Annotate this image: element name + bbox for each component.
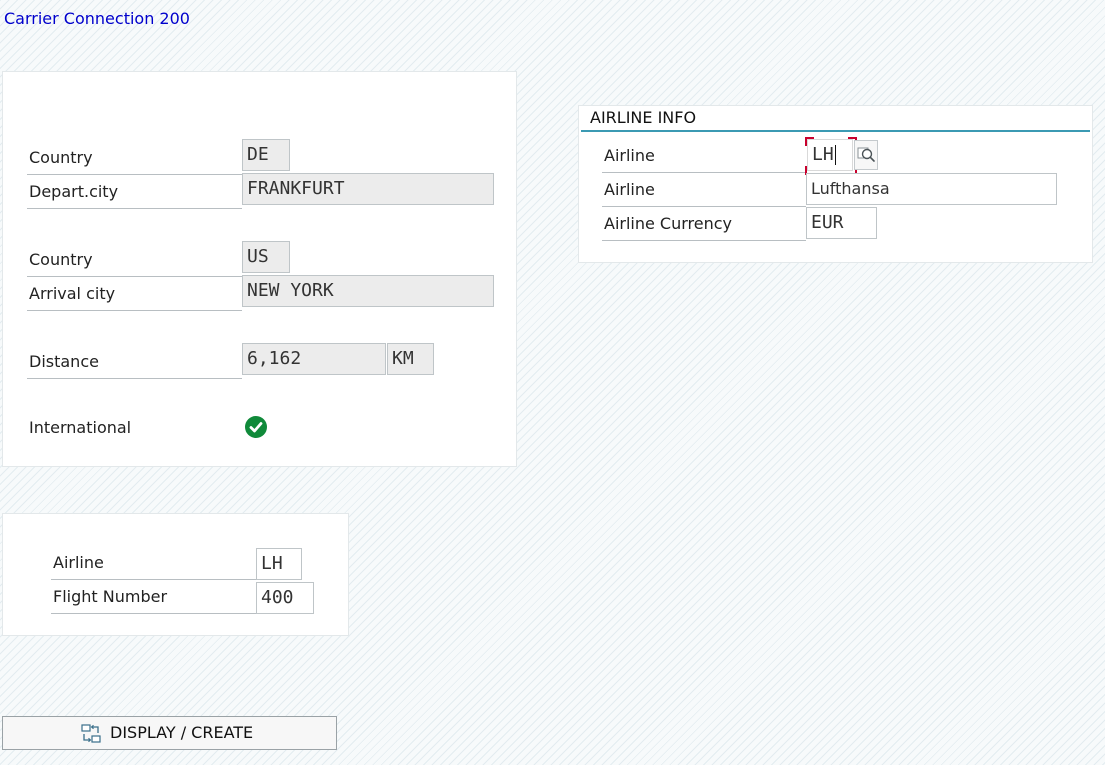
from-country-field[interactable]: DE: [242, 139, 290, 171]
text-cursor: [835, 145, 836, 165]
value-help-icon[interactable]: [854, 140, 878, 170]
connection-panel: Country DE Depart.city FRANKFURT Country…: [2, 71, 517, 467]
display-create-button[interactable]: DISPLAY / CREATE: [2, 716, 337, 750]
depart-city-field[interactable]: FRANKFURT: [242, 173, 494, 205]
arrival-city-label: Arrival city: [27, 277, 242, 311]
focus-corner-tl: [805, 137, 814, 146]
from-country-label: Country: [27, 141, 242, 175]
flight-airline-label: Airline: [51, 546, 256, 580]
display-create-label: DISPLAY / CREATE: [110, 723, 254, 742]
flight-airline-input[interactable]: LH: [256, 548, 302, 580]
airline-name-field[interactable]: Lufthansa: [806, 173, 1057, 205]
airline-code-label: Airline: [602, 139, 806, 173]
checkmark-circle-icon: [245, 416, 267, 438]
airline-name-label: Airline: [602, 173, 806, 207]
flight-key-panel: Airline LH Flight Number 400: [2, 513, 349, 636]
airline-currency-label: Airline Currency: [602, 207, 806, 241]
international-label: International: [29, 418, 132, 437]
airline-currency-field[interactable]: EUR: [806, 207, 877, 239]
airline-info-panel: AIRLINE INFO Airline LH Airline Lufthans…: [578, 105, 1093, 263]
airline-info-header: AIRLINE INFO: [581, 106, 1090, 132]
arrival-city-field[interactable]: NEW YORK: [242, 275, 494, 307]
screen-title: Carrier Connection 200: [4, 9, 190, 28]
flight-number-input[interactable]: 400: [256, 582, 314, 614]
distance-unit-field[interactable]: KM: [387, 343, 434, 375]
distance-label: Distance: [27, 345, 242, 379]
display-create-icon: [80, 723, 102, 745]
to-country-field[interactable]: US: [242, 241, 290, 273]
to-country-label: Country: [27, 243, 242, 277]
distance-field[interactable]: 6,162: [242, 343, 386, 375]
flight-number-label: Flight Number: [51, 580, 256, 614]
depart-city-label: Depart.city: [27, 175, 242, 209]
